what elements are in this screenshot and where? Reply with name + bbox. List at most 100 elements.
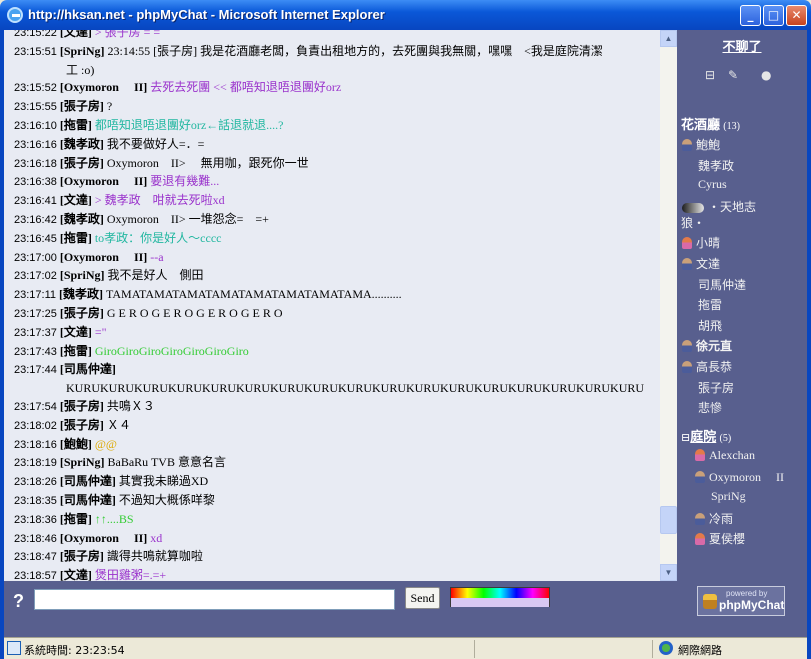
collapse-room-icon[interactable]: ⊟ <box>681 432 690 444</box>
status-divider <box>474 640 475 658</box>
message-time: 23:16:42 <box>14 213 57 226</box>
user-name[interactable]: 鮑鮑 <box>696 138 720 152</box>
room-name[interactable]: 庭院 <box>690 429 716 444</box>
user-list-item[interactable]: Oxymoron II <box>695 468 784 485</box>
user-name[interactable]: 狼・ <box>681 216 705 230</box>
chat-message: 23:18:35 [司馬仲達] 不過知大概係咩黎 <box>14 492 654 511</box>
message-time: 23:16:18 <box>14 157 57 170</box>
user-name[interactable]: 夏侯櫻 <box>709 532 745 546</box>
user-name[interactable]: 拖雷 <box>698 298 722 312</box>
status-dot-icon[interactable]: ● <box>761 68 771 82</box>
user-name[interactable]: Cyrus <box>698 177 727 191</box>
user-name[interactable]: SpriNg <box>711 489 746 503</box>
user-list-item[interactable]: 夏侯櫻 <box>695 530 745 547</box>
close-button[interactable]: ✕ <box>786 5 807 26</box>
user-list-item[interactable]: ・天地志 <box>682 198 756 215</box>
chat-message: 23:15:51 [SpriNg] 23:14:55 [張子房] 我是花酒廳老闆… <box>14 43 654 62</box>
message-author: [文達] <box>59 324 92 339</box>
chat-message: 23:18:26 [司馬仲達] 其實我未睇過XD <box>14 473 654 492</box>
user-list-item[interactable]: 司馬仲達 <box>698 276 746 293</box>
user-name[interactable]: 張子房 <box>698 381 734 395</box>
user-list-item[interactable]: 魏孝政 <box>698 157 734 174</box>
user-list-item[interactable]: 文達 <box>682 255 720 272</box>
user-list-item[interactable]: 張子房 <box>698 379 734 396</box>
chat-message: 23:17:37 [文達] =" <box>14 324 654 343</box>
message-author: [Oxymoron II] <box>59 80 148 95</box>
message-author: [張子房] <box>59 305 104 320</box>
message-time: 23:18:19 <box>14 457 57 470</box>
message-text: 共鳴Ｘ３ <box>106 398 155 413</box>
chat-message: 23:16:38 [Oxymoron II] 要退有幾難... <box>14 173 654 192</box>
message-author: [司馬仲達] <box>59 474 116 489</box>
room-name[interactable]: 花酒廳 <box>681 117 720 132</box>
user-list-item[interactable]: 冷雨 <box>695 510 733 527</box>
user-list-item[interactable]: 高長恭 <box>682 358 732 375</box>
message-text: > 魏孝政 咁就去死啦xd <box>94 193 225 208</box>
collapse-all-icon[interactable]: ⊟ <box>705 68 715 82</box>
user-name[interactable]: ・天地志 <box>708 200 756 214</box>
message-text: xd <box>150 530 163 545</box>
message-time: 23:16:38 <box>14 176 57 189</box>
color-gradient[interactable] <box>451 588 549 598</box>
user-name[interactable]: 胡飛 <box>698 319 722 333</box>
send-button[interactable]: Send <box>405 587 440 609</box>
message-time: 23:18:26 <box>14 476 57 489</box>
user-list-item[interactable]: 狼・ <box>681 214 705 231</box>
zone-text: 網際網路 <box>678 644 722 657</box>
message-scrollbar[interactable]: ▲ ▼ <box>660 30 677 581</box>
chat-message: 23:17:00 [Oxymoron II] --a <box>14 249 654 268</box>
message-text: 我不是好人 側田 <box>107 268 204 283</box>
mute-icon[interactable]: ✎ <box>728 68 738 82</box>
chat-message: 23:16:10 [拖雷] 都唔知退唔退團好orz←話退就退....? <box>14 117 654 136</box>
message-author: [Oxymoron II] <box>59 174 148 189</box>
user-list-item[interactable]: SpriNg <box>711 489 746 504</box>
scroll-down-arrow-icon[interactable]: ▼ <box>660 564 677 581</box>
user-name[interactable]: 悲慘 <box>698 401 722 415</box>
message-author: [拖雷] <box>59 511 92 526</box>
chat-message: 23:18:46 [Oxymoron II] xd <box>14 530 654 549</box>
user-list-item[interactable]: 胡飛 <box>698 317 722 334</box>
message-time: 23:16:45 <box>14 232 57 245</box>
help-icon[interactable]: ? <box>13 591 24 612</box>
user-name[interactable]: Oxymoron II <box>709 470 784 484</box>
message-time: 23:16:16 <box>14 138 57 151</box>
user-list-item[interactable]: 鮑鮑 <box>682 136 720 153</box>
user-list-item[interactable]: Alexchan <box>695 448 755 463</box>
room-header[interactable]: ⊟庭院 (5) <box>681 426 731 445</box>
powered-by-badge[interactable]: powered by phpMyChat <box>697 586 785 616</box>
minimize-button[interactable]: _ <box>740 5 761 26</box>
page-icon <box>7 641 21 655</box>
user-list-item[interactable]: 拖雷 <box>698 296 722 313</box>
message-text: Ｘ４ <box>106 417 131 432</box>
message-input[interactable] <box>34 589 395 610</box>
user-list-item[interactable]: 徐元直 <box>682 337 732 354</box>
user-name[interactable]: 高長恭 <box>696 360 732 374</box>
user-name[interactable]: 魏孝政 <box>698 159 734 173</box>
message-time: 23:17:43 <box>14 345 57 358</box>
window-titlebar: http://hksan.net - phpMyChat - Microsoft… <box>0 0 811 30</box>
user-name[interactable]: 小晴 <box>696 236 720 250</box>
user-name[interactable]: Alexchan <box>709 448 755 462</box>
maximize-button[interactable]: □ <box>763 5 784 26</box>
message-text: 我不要做好人=．= <box>106 136 205 151</box>
user-name[interactable]: 徐元直 <box>696 339 732 353</box>
scroll-thumb[interactable] <box>660 506 677 534</box>
chat-message: 23:18:47 [張子房] 識得共鳴就算咖啦 <box>14 548 654 567</box>
chat-message: 23:16:45 [拖雷] to孝政：你是好人～cccc <box>14 230 654 249</box>
user-name[interactable]: 文達 <box>696 257 720 271</box>
message-time: 23:17:44 <box>14 364 57 377</box>
user-avatar-icon <box>682 258 692 270</box>
room-header[interactable]: 花酒廳 (13) <box>681 114 740 133</box>
message-time: 23:15:55 <box>14 101 57 114</box>
user-list-item[interactable]: 悲慘 <box>698 399 722 416</box>
user-name[interactable]: 司馬仲達 <box>698 278 746 292</box>
exit-chat-link[interactable]: 不聊了 <box>677 36 807 55</box>
scroll-up-arrow-icon[interactable]: ▲ <box>660 30 677 47</box>
message-time: 23:18:57 <box>14 570 57 581</box>
message-text: 其實我未睇過XD <box>118 474 209 489</box>
user-name[interactable]: 冷雨 <box>709 512 733 526</box>
user-list-item[interactable]: 小晴 <box>682 234 720 251</box>
user-avatar-icon <box>682 340 692 353</box>
color-palette[interactable] <box>450 587 550 607</box>
user-list-item[interactable]: Cyrus <box>698 177 727 192</box>
